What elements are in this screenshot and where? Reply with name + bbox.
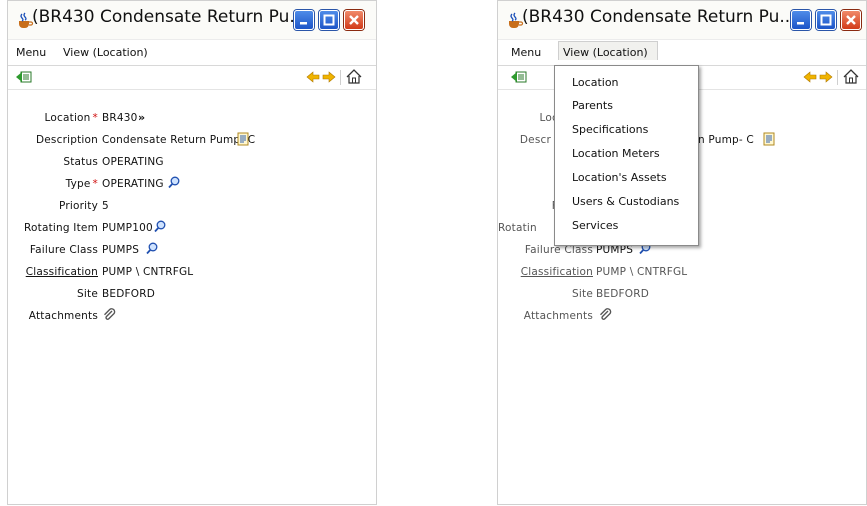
back-icon[interactable] (15, 70, 33, 84)
next-icon[interactable] (322, 71, 336, 83)
menu-bar: Menu View (Location) (498, 40, 866, 66)
required-marker: * (92, 178, 98, 190)
field-label: Attachments (28, 310, 98, 322)
field-rotating-item: Rotatin (498, 222, 558, 238)
maximize-button[interactable] (319, 10, 339, 30)
field-priority: Priority 5 (8, 200, 378, 216)
menu-item-menu[interactable]: Menu (16, 46, 46, 59)
field-value: PUMP \ CNTRFGL (102, 266, 194, 278)
menu-item-view[interactable]: View (Location) (563, 46, 648, 59)
field-priority: F (498, 200, 558, 216)
field-attachments: Attachments (8, 308, 378, 326)
close-icon (846, 15, 856, 25)
menu-option-locations-assets[interactable]: Location's Assets (572, 171, 667, 184)
field-location: Location * BR430 » (8, 111, 378, 128)
menu-option-specifications[interactable]: Specifications (572, 123, 648, 136)
previous-icon[interactable] (803, 71, 817, 83)
field-label: Site (77, 288, 98, 300)
field-value[interactable]: Condensate Return Pump- C (102, 134, 255, 146)
toolbar (8, 66, 376, 90)
menu-option-location[interactable]: Location (572, 76, 619, 89)
field-value: BEDFORD (596, 288, 650, 300)
field-label: Description (35, 134, 98, 146)
field-value[interactable]: BR430 (102, 112, 138, 124)
long-description-icon[interactable] (762, 132, 776, 146)
long-description-icon[interactable] (236, 132, 250, 146)
window-title: (BR430 Condensate Return Pu... (522, 7, 796, 27)
menu-option-location-meters[interactable]: Location Meters (572, 147, 660, 160)
field-value[interactable]: PUMP100 (102, 222, 153, 234)
attachment-icon[interactable] (598, 308, 612, 322)
field-value[interactable]: 5 (102, 200, 109, 212)
lookup-icon[interactable] (146, 242, 158, 255)
close-icon (349, 15, 359, 25)
maximize-button[interactable] (816, 10, 836, 30)
view-location-dropdown: Location Parents Specifications Location… (554, 65, 699, 246)
field-label: Priority (59, 200, 98, 212)
field-failure-class: Failure Class PUMPS (8, 242, 378, 260)
field-status: Status OPERATING (8, 156, 378, 172)
detail-menu-icon[interactable]: » (138, 111, 145, 124)
field-value[interactable]: OPERATING (102, 178, 164, 190)
field-label: Failure Class (29, 244, 98, 256)
menu-option-services[interactable]: Services (572, 219, 618, 232)
close-button[interactable] (841, 10, 861, 30)
location-window-view-menu-open: (BR430 Condensate Return Pu... Menu View… (497, 0, 867, 505)
field-label: Location (44, 112, 91, 124)
menu-bar: Menu View (Location) (8, 40, 376, 66)
field-value: OPERATING (102, 156, 164, 168)
field-attachments: Attachments (498, 308, 866, 326)
location-window: (BR430 Condensate Return Pu... Menu View… (7, 0, 377, 505)
next-icon[interactable] (819, 71, 833, 83)
window-title: (BR430 Condensate Return Pu... (32, 7, 306, 27)
field-label: Rotating Item (24, 222, 98, 234)
field-value: BEDFORD (102, 288, 156, 300)
field-label: Rotatin (498, 222, 537, 234)
field-description: Description Condensate Return Pump- C (8, 132, 378, 150)
minimize-button[interactable] (294, 10, 314, 30)
field-label: Descr (519, 134, 551, 146)
home-icon[interactable] (843, 69, 859, 84)
toolbar-divider (837, 70, 838, 85)
maximize-icon (323, 14, 335, 26)
field-value[interactable]: n Pump- C (698, 134, 754, 146)
lookup-icon[interactable] (154, 220, 166, 233)
menu-item-menu[interactable]: Menu (511, 46, 541, 59)
title-bar[interactable]: (BR430 Condensate Return Pu... (498, 1, 866, 40)
minimize-icon (300, 22, 307, 25)
minimize-button[interactable] (791, 10, 811, 30)
close-button[interactable] (344, 10, 364, 30)
field-classification: Classification PUMP \ CNTRFGL (8, 266, 378, 282)
field-classification: Classification PUMP \ CNTRFGL (498, 266, 866, 282)
home-icon[interactable] (346, 69, 362, 84)
back-icon[interactable] (510, 70, 528, 84)
field-label: Type (65, 178, 91, 190)
classification-link[interactable]: Classification (521, 266, 593, 278)
field-location: Loc (498, 112, 558, 128)
field-label: Site (572, 288, 593, 300)
required-marker: * (92, 112, 98, 124)
maximize-icon (820, 14, 832, 26)
menu-option-users-custodians[interactable]: Users & Custodians (572, 195, 679, 208)
lookup-icon[interactable] (168, 176, 180, 189)
field-value[interactable]: PUMPS (102, 244, 139, 256)
previous-icon[interactable] (306, 71, 320, 83)
title-bar[interactable]: (BR430 Condensate Return Pu... (8, 1, 376, 40)
field-label: Status (63, 156, 98, 168)
field-value: PUMP \ CNTRFGL (596, 266, 688, 278)
field-type: Type * OPERATING (8, 176, 378, 194)
field-rotating-item: Rotating Item PUMP100 (8, 220, 378, 238)
minimize-icon (797, 22, 804, 25)
field-site: Site BEDFORD (8, 288, 378, 304)
field-label: Attachments (523, 310, 593, 322)
menu-option-parents[interactable]: Parents (572, 99, 613, 112)
menu-item-view[interactable]: View (Location) (63, 46, 148, 59)
toolbar-divider (340, 70, 341, 85)
field-failure-class: Failure Class PUMPS (498, 242, 866, 260)
field-site: Site BEDFORD (498, 288, 866, 304)
attachment-icon[interactable] (102, 308, 116, 322)
classification-link[interactable]: Classification (26, 266, 98, 278)
